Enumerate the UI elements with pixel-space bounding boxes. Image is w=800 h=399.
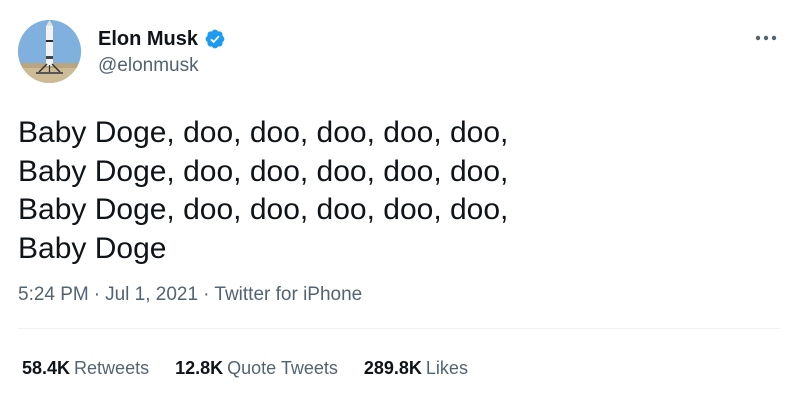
divider (18, 328, 780, 329)
likes-label: Likes (425, 358, 468, 378)
display-name[interactable]: Elon Musk (98, 27, 226, 51)
tweet-text: Baby Doge, doo, doo, doo, doo, doo, Baby… (18, 116, 509, 265)
likes-stat[interactable]: 289.8K Likes (364, 356, 468, 380)
likes-count: 289.8K (363, 358, 422, 378)
retweets-label: Retweets (74, 358, 150, 378)
avatar[interactable] (18, 20, 81, 83)
tweet-source[interactable]: Twitter for iPhone (214, 284, 362, 305)
tweet-stats: 58.4K Retweets 12.8K Quote Tweets 289.8K Li… (22, 356, 468, 380)
verified-badge-icon (205, 29, 225, 49)
retweets-stat[interactable]: 58.4K Retweets (22, 356, 149, 380)
meta-separator: · (203, 284, 210, 305)
more-horizontal-icon (755, 35, 777, 41)
display-name-text: Elon Musk (98, 28, 199, 50)
quote-tweets-stat[interactable]: 12.8K Quote Tweets (175, 356, 338, 380)
tweet-card: Elon Musk @elonmusk Baby Doge, doo, doo,… (0, 0, 800, 399)
user-handle[interactable]: @elonmusk (98, 54, 199, 78)
tweet-time[interactable]: 5:24 PM (18, 284, 89, 305)
tweet-date[interactable]: Jul 1, 2021 (105, 284, 198, 305)
meta-separator: · (93, 284, 101, 305)
quote-tweets-label: Quote Tweets (227, 358, 338, 378)
retweets-count: 58.4K (22, 358, 71, 378)
quote-tweets-count: 12.8K (175, 358, 224, 378)
tweet-meta: 5:24 PM · Jul 1, 2021 · Twitter for iPhone (18, 283, 362, 307)
more-options-button[interactable] (752, 28, 780, 48)
rocket-avatar-image (18, 20, 81, 83)
